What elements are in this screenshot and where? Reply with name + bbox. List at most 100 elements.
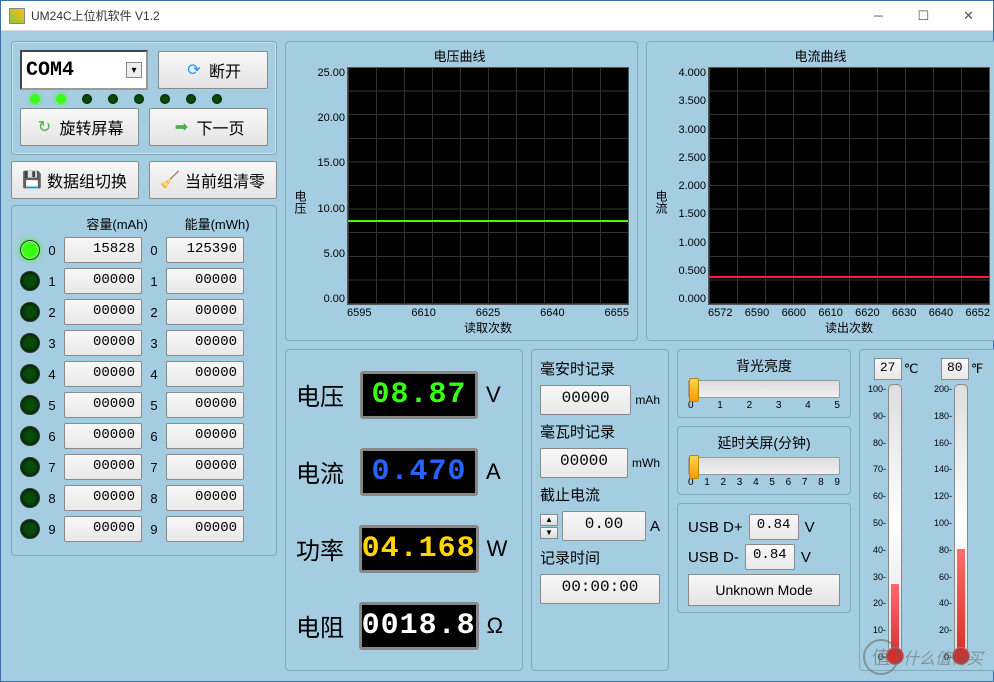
- screenoff-slider[interactable]: [688, 457, 840, 475]
- meter-current: 电流 0.470 A: [296, 448, 512, 496]
- rotate-icon: ↻: [35, 118, 53, 136]
- mwh-label: 毫瓦时记录: [540, 421, 660, 442]
- com-port-value: COM4: [26, 59, 74, 82]
- next-page-button[interactable]: ➡ 下一页: [149, 108, 268, 146]
- energy-value: 00000: [166, 330, 244, 356]
- datagroup-led[interactable]: [20, 364, 40, 384]
- close-button[interactable]: ✕: [946, 1, 991, 30]
- datagroup-row: 8 00000 8 00000: [20, 485, 268, 511]
- thermo-bar: [888, 384, 902, 662]
- datagroup-led[interactable]: [20, 457, 40, 477]
- backlight-slider[interactable]: [688, 380, 840, 398]
- datagroup-index: 4: [148, 367, 160, 382]
- chart-plot[interactable]: [708, 67, 990, 305]
- usb-mode-button[interactable]: Unknown Mode: [688, 574, 840, 606]
- datagroup-row: 7 00000 7 00000: [20, 454, 268, 480]
- datagroup-led[interactable]: [20, 240, 40, 260]
- energy-value: 125390: [166, 237, 244, 263]
- chart-plot[interactable]: [347, 67, 629, 305]
- cutoff-value[interactable]: 0.00: [562, 511, 646, 541]
- datagroup-row: 4 00000 4 00000: [20, 361, 268, 387]
- step-down-icon[interactable]: ▼: [540, 527, 558, 539]
- datagroup-index: 7: [148, 460, 160, 475]
- connection-panel: COM4 ▾ ⟳ 断开: [11, 41, 277, 155]
- datagroup-index: 2: [148, 305, 160, 320]
- chart-yticks: 4.0003.5003.0002.5002.0001.5001.0000.500…: [672, 67, 708, 305]
- chevron-down-icon[interactable]: ▾: [126, 62, 142, 78]
- current-group-clear-button[interactable]: 🧹 当前组清零: [149, 161, 277, 199]
- mah-label: 毫安时记录: [540, 358, 660, 379]
- energy-value: 00000: [166, 392, 244, 418]
- voltage-value: 08.87: [360, 371, 478, 419]
- datagroup-led[interactable]: [20, 395, 40, 415]
- app-icon: [9, 8, 25, 24]
- datagroup-index: 3: [148, 336, 160, 351]
- capacity-value: 00000: [64, 299, 142, 325]
- refresh-icon: ⟳: [185, 61, 203, 79]
- slider-knob[interactable]: [689, 378, 699, 402]
- datagroup-index: 0: [148, 243, 160, 258]
- energy-header: 能量(mWh): [185, 214, 250, 233]
- screenoff-panel: 延时关屏(分钟) 0123456789: [677, 426, 851, 495]
- step-up-icon[interactable]: ▲: [540, 514, 558, 526]
- datagroup-index: 2: [46, 305, 58, 320]
- thermo-bar: [954, 384, 968, 662]
- datagroup-index: 3: [46, 336, 58, 351]
- chart-xlabel: 读取次数: [347, 319, 629, 336]
- backlight-panel: 背光亮度 012345: [677, 349, 851, 418]
- cutoff-stepper[interactable]: ▲ ▼: [540, 514, 558, 539]
- maximize-button[interactable]: ☐: [901, 1, 946, 30]
- datagroup-index: 4: [46, 367, 58, 382]
- data-groups-panel: 容量(mAh) 能量(mWh) 0 15828 0 125390 1 00000…: [11, 205, 277, 556]
- chart-ylabel: 电流: [651, 67, 672, 336]
- usb-panel: USB D+ 0.84 V USB D- 0.84 V Unknown Mode: [677, 503, 851, 613]
- clear-icon: 🧹: [161, 171, 179, 189]
- datagroup-led[interactable]: [20, 488, 40, 508]
- rotate-screen-button[interactable]: ↻ 旋转屏幕: [20, 108, 139, 146]
- energy-value: 00000: [166, 423, 244, 449]
- meter-resistance: 电阻 0018.8 Ω: [296, 602, 512, 650]
- temp-c-value: 27: [874, 358, 902, 380]
- datagroup-index: 6: [148, 429, 160, 444]
- energy-value: 00000: [166, 454, 244, 480]
- status-led: [160, 94, 170, 104]
- datagroup-led[interactable]: [20, 426, 40, 446]
- content: COM4 ▾ ⟳ 断开: [1, 31, 993, 681]
- datagroup-row: 1 00000 1 00000: [20, 268, 268, 294]
- capacity-value: 00000: [64, 330, 142, 356]
- energy-value: 00000: [166, 485, 244, 511]
- power-value: 04.168: [359, 525, 479, 573]
- energy-value: 00000: [166, 268, 244, 294]
- datagroup-index: 0: [46, 243, 58, 258]
- status-led: [30, 94, 40, 104]
- mah-value: 00000: [540, 385, 631, 415]
- minimize-button[interactable]: ─: [856, 1, 901, 30]
- capacity-value: 00000: [64, 268, 142, 294]
- energy-value: 00000: [166, 299, 244, 325]
- records-panel: 毫安时记录 00000 mAh 毫瓦时记录 00000 mWh 截止电流 ▲: [531, 349, 669, 671]
- time-value: 00:00:00: [540, 574, 660, 604]
- capacity-value: 00000: [64, 485, 142, 511]
- datagroup-led[interactable]: [20, 333, 40, 353]
- slider-knob[interactable]: [689, 455, 699, 479]
- time-label: 记录时间: [540, 547, 660, 568]
- voltage-chart: 电压曲线 电压 25.0020.0015.0010.005.000.00: [285, 41, 638, 341]
- datagroup-led[interactable]: [20, 302, 40, 322]
- datagroup-switch-button[interactable]: 💾 数据组切换: [11, 161, 139, 199]
- chart-title: 电流曲线: [651, 46, 990, 65]
- com-port-select[interactable]: COM4 ▾: [20, 50, 148, 90]
- chart-ylabel: 电压: [290, 67, 311, 336]
- current-value: 0.470: [360, 448, 478, 496]
- datagroup-led[interactable]: [20, 271, 40, 291]
- disconnect-button[interactable]: ⟳ 断开: [158, 51, 268, 89]
- current-chart: 电流曲线 电流 4.0003.5003.0002.5002.0001.5001.…: [646, 41, 994, 341]
- temperature-panel: 27 ℃ 100-90-80-70-60-50-40-30-20-10-0-: [859, 349, 994, 671]
- capacity-header: 容量(mAh): [86, 214, 147, 233]
- datagroup-led[interactable]: [20, 519, 40, 539]
- datagroup-index: 5: [46, 398, 58, 413]
- chart-xticks: 65726590660066106620663066406652: [708, 305, 990, 319]
- status-led: [186, 94, 196, 104]
- datagroup-index: 8: [46, 491, 58, 506]
- capacity-value: 00000: [64, 454, 142, 480]
- capacity-value: 00000: [64, 361, 142, 387]
